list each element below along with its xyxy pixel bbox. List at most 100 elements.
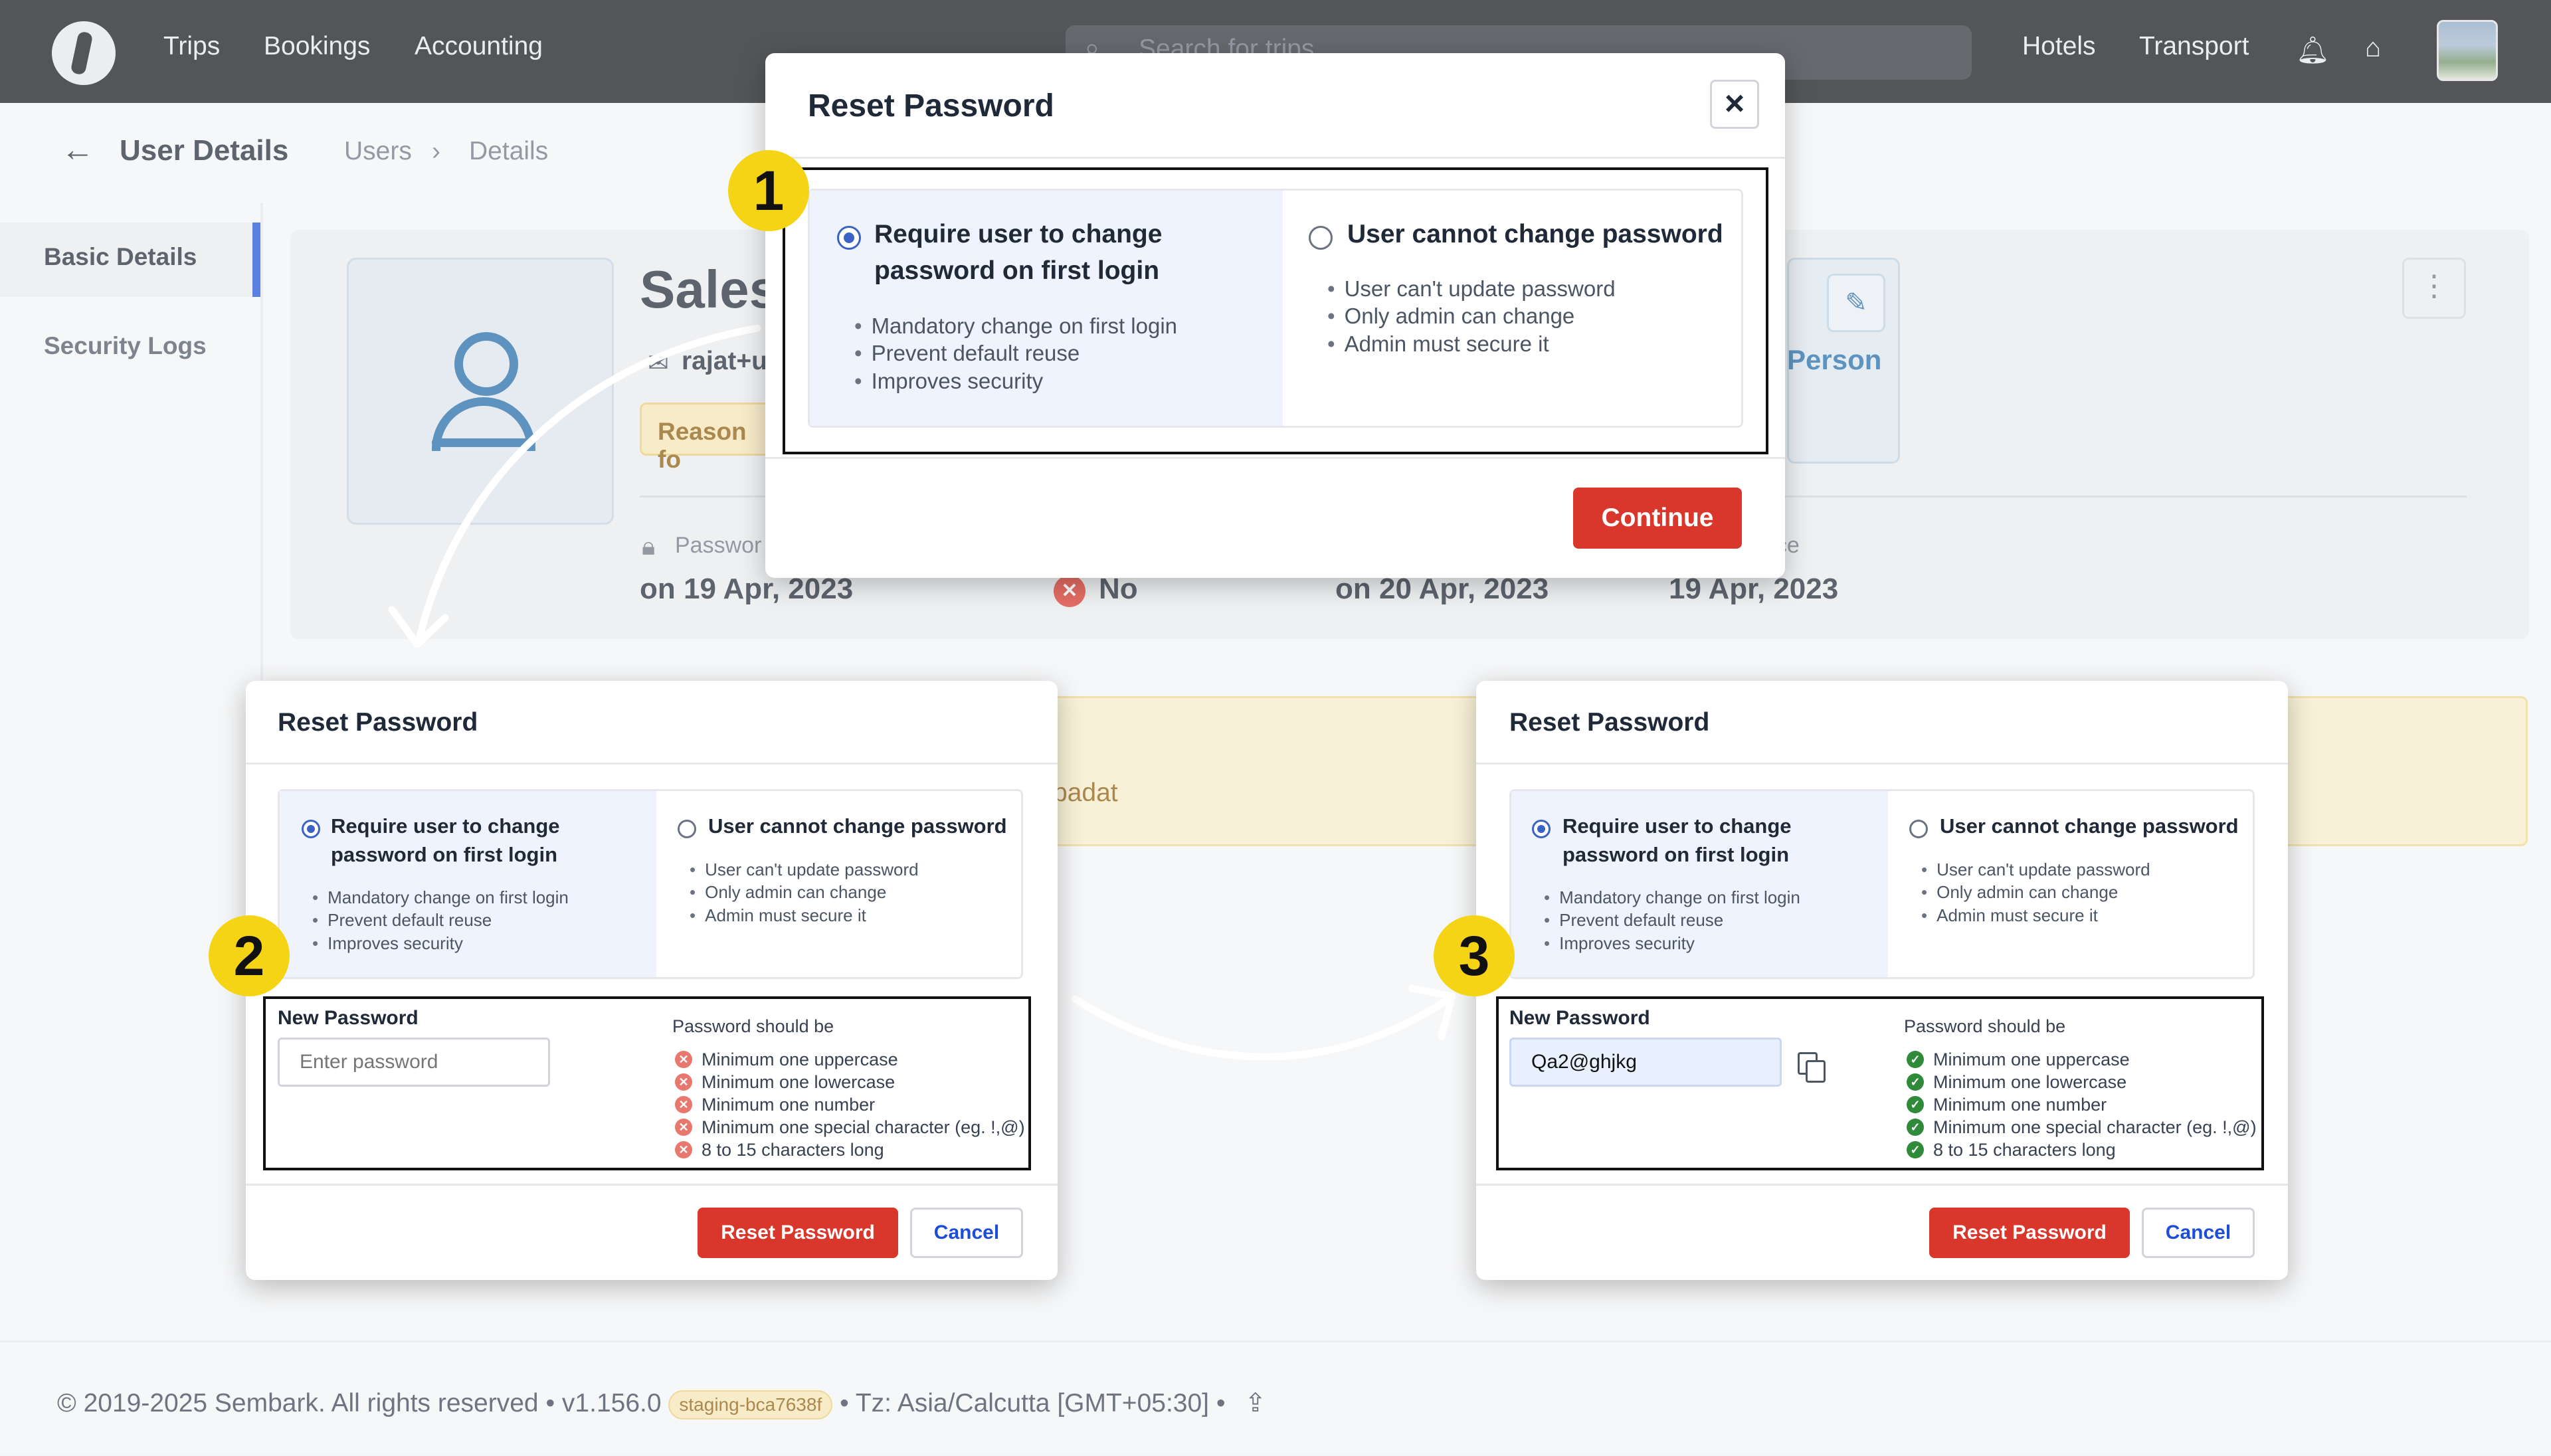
rule-row: ✓ Minimum one uppercase (1907, 1048, 2257, 1071)
rule-row: ✓ 8 to 15 characters long (1907, 1138, 2257, 1161)
modal2-option-a-line1: Require user to change (331, 814, 560, 838)
x-circle-icon: ✕ (675, 1073, 692, 1091)
rule-row: ✕ Minimum one number (675, 1093, 1025, 1116)
modal3-footer-divider (1476, 1184, 2288, 1186)
modal3-reset-password-button[interactable]: Reset Password (1929, 1208, 2130, 1258)
rule-text: 8 to 15 characters long (702, 1139, 884, 1160)
step-badge-2: 2 (209, 915, 290, 996)
copy-icon-front[interactable] (1806, 1060, 1826, 1083)
modal1-option-a-line2: password on first login (874, 256, 1160, 285)
modal3-password-input[interactable] (1509, 1038, 1782, 1087)
rule-row: ✕ Minimum one uppercase (675, 1048, 1025, 1071)
bullet: User can't update password (1327, 275, 1616, 302)
reset-password-modal-step3 (1476, 681, 2288, 1280)
x-circle-icon: ✕ (675, 1051, 692, 1068)
bullet: Admin must secure it (1327, 330, 1616, 357)
rule-text: Minimum one number (1933, 1094, 2107, 1115)
modal2-password-input[interactable] (278, 1038, 550, 1087)
modal3-rules: ✓ Minimum one uppercase ✓ Minimum one lowe… (1907, 1048, 2257, 1161)
modal3-radio-b[interactable] (1909, 820, 1928, 838)
modal2-title: Reset Password (278, 708, 478, 737)
modal3-option-b-title[interactable]: User cannot change password (1940, 812, 2239, 840)
rule-row: ✕ Minimum one lowercase (675, 1071, 1025, 1093)
rule-text: Minimum one uppercase (702, 1049, 898, 1069)
modal1-option-a-bullets: Mandatory change on first login Prevent … (854, 312, 1177, 395)
modal1-option-b-title[interactable]: User cannot change password (1347, 217, 1723, 253)
modal2-radio-a[interactable] (302, 820, 320, 838)
rule-row: ✕ Minimum one special character (eg. !,@) (675, 1116, 1025, 1138)
modal2-rules: ✕ Minimum one uppercase ✕ Minimum one lowe… (675, 1048, 1025, 1161)
bullet: Mandatory change on first login (1544, 886, 1800, 909)
bullet: Improves security (312, 932, 569, 955)
reset-password-modal-step2 (246, 681, 1058, 1280)
modal3-option-a-bullets: Mandatory change on first login Prevent … (1544, 886, 1800, 955)
modal3-new-password-label: New Password (1509, 1007, 1650, 1029)
modal1-divider (765, 157, 1785, 159)
modal2-footer-divider (246, 1184, 1058, 1186)
x-circle-icon: ✕ (675, 1119, 692, 1136)
x-circle-icon: ✕ (675, 1096, 692, 1113)
step-badge-3: 3 (1434, 915, 1515, 996)
modal2-option-b-title[interactable]: User cannot change password (708, 812, 1007, 840)
rule-row: ✓ Minimum one lowercase (1907, 1071, 2257, 1093)
check-circle-icon: ✓ (1907, 1096, 1924, 1113)
modal1-option-a-line1: Require user to change (874, 220, 1163, 248)
check-circle-icon: ✓ (1907, 1119, 1924, 1136)
bullet: Admin must secure it (690, 904, 919, 927)
modal3-cancel-button[interactable]: Cancel (2142, 1208, 2255, 1258)
modal2-option-b-bullets: User can't update password Only admin ca… (690, 858, 919, 927)
modal2-option-a-title: Reset Password Require user to change pa… (331, 812, 560, 869)
modal2-new-password-label: New Password (278, 1007, 419, 1029)
modal1-title: Reset Password (808, 88, 1054, 124)
modal3-radio-a[interactable] (1532, 820, 1551, 838)
modal1-footer-divider (765, 457, 1785, 459)
bullet: Only admin can change (1327, 302, 1616, 329)
x-circle-icon: ✕ (675, 1141, 692, 1158)
modal2-rules-title: Password should be (672, 1016, 834, 1036)
modal3-option-a-title: Require user to change password on first… (1562, 812, 1792, 869)
bullet: User can't update password (690, 858, 918, 881)
rule-text: 8 to 15 characters long (1933, 1139, 2116, 1160)
step-badge-1: 1 (728, 150, 809, 231)
bullet: Only admin can change (690, 881, 919, 903)
bullet: Mandatory change on first login (312, 886, 569, 909)
modal3-rules-title: Password should be (1904, 1016, 2066, 1036)
rule-row: ✕ 8 to 15 characters long (675, 1138, 1025, 1161)
rule-row: ✓ Minimum one special character (eg. !,@) (1907, 1116, 2257, 1138)
modal3-divider (1476, 763, 2288, 765)
continue-button[interactable]: Continue (1573, 488, 1742, 549)
modal3-title: Reset Password (1509, 708, 1710, 737)
modal2-option-a-bullets: Mandatory change on first login Prevent … (312, 886, 569, 955)
bullet: Improves security (1544, 932, 1800, 955)
check-circle-icon: ✓ (1907, 1073, 1924, 1091)
rule-text: Minimum one special character (eg. !,@) (702, 1117, 1025, 1137)
modal2-divider (246, 763, 1058, 765)
bullet: Mandatory change on first login (854, 312, 1177, 339)
modal2-cancel-button[interactable]: Cancel (910, 1208, 1023, 1258)
check-circle-icon: ✓ (1907, 1051, 1924, 1068)
check-circle-icon: ✓ (1907, 1141, 1924, 1158)
modal1-option-a-title: Require user to change password on first… (874, 217, 1162, 289)
bullet: User can't update password (1921, 858, 2150, 881)
rule-text: Minimum one lowercase (1933, 1071, 2127, 1092)
rule-row: ✓ Minimum one number (1907, 1093, 2257, 1116)
modal2-reset-password-button[interactable]: Reset Password (698, 1208, 898, 1258)
modal3-option-a-line1: Require user to change (1562, 814, 1792, 838)
modal1-radio-b[interactable] (1309, 226, 1333, 250)
bullet: Admin must secure it (1921, 904, 2150, 927)
rule-text: Minimum one lowercase (702, 1071, 896, 1092)
modal2-option-a-line2: password on first login (331, 843, 558, 867)
rule-text: Minimum one special character (eg. !,@) (1933, 1117, 2257, 1137)
modal2-radio-b[interactable] (678, 820, 696, 838)
close-icon[interactable]: × (1710, 80, 1759, 129)
modal3-option-a-line2: password on first login (1562, 843, 1790, 867)
bullet: Improves security (854, 367, 1177, 395)
modal1-radio-a[interactable] (837, 226, 861, 250)
rule-text: Minimum one number (702, 1094, 876, 1115)
modal1-option-b-bullets: User can't update password Only admin ca… (1327, 275, 1616, 357)
modal3-option-b-bullets: User can't update password Only admin ca… (1921, 858, 2150, 927)
bullet: Prevent default reuse (1544, 909, 1800, 931)
rule-text: Minimum one uppercase (1933, 1049, 2130, 1069)
bullet: Prevent default reuse (854, 339, 1177, 367)
bullet: Only admin can change (1921, 881, 2150, 903)
